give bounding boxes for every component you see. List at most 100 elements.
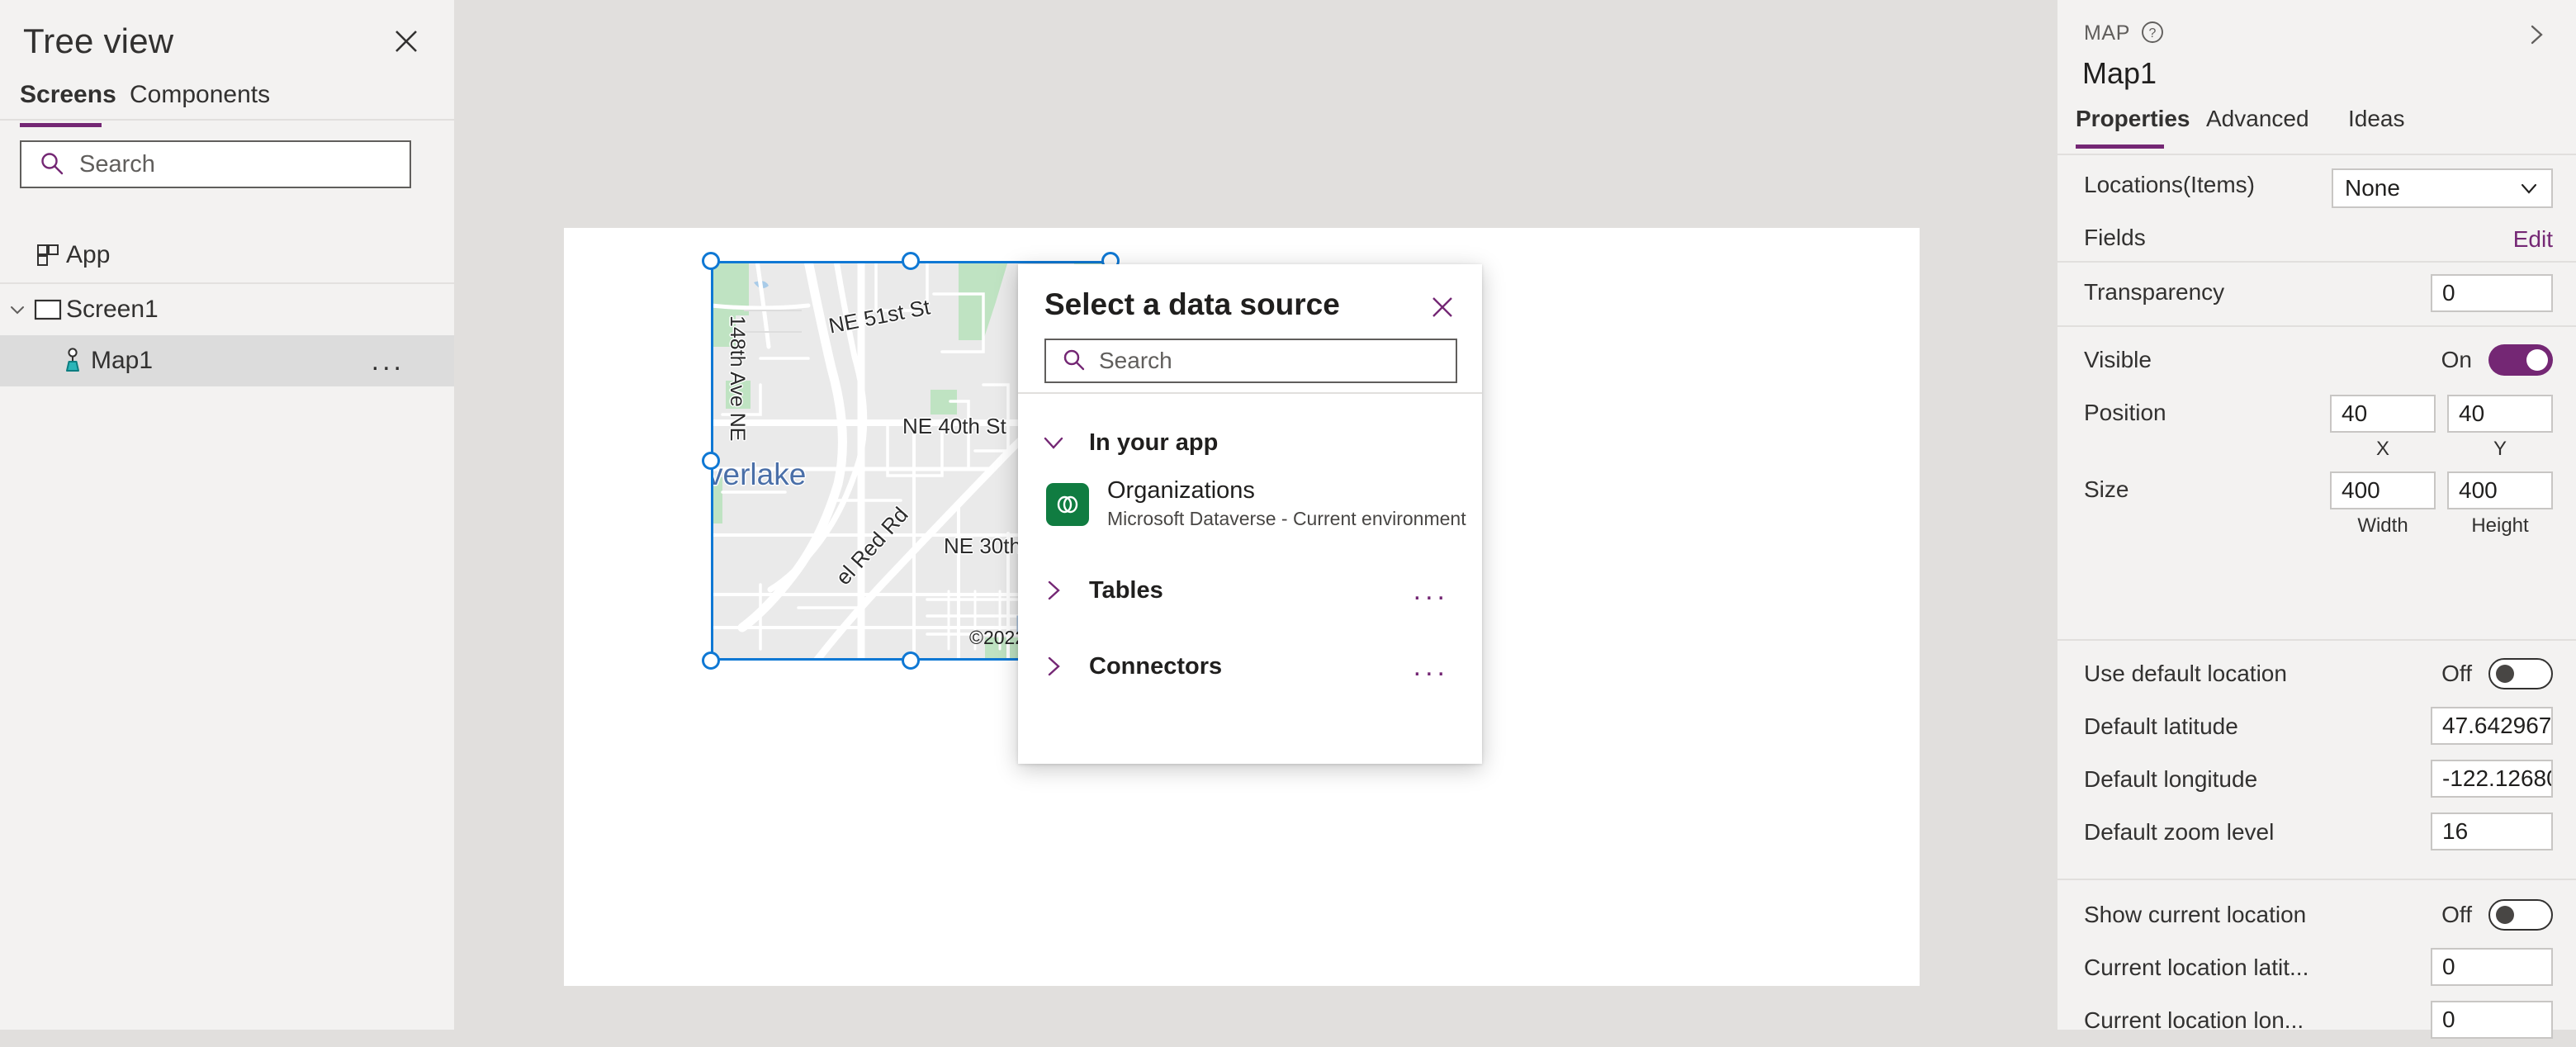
svg-text:?: ? <box>2149 26 2157 40</box>
properties-panel: MAP ? Map1 Properties Advanced Ideas Loc… <box>2056 0 2576 1039</box>
map-label: NE 30th <box>944 533 1021 558</box>
control-type-label: MAP <box>2084 21 2130 45</box>
sidebar-item-label: Screen1 <box>66 296 159 323</box>
group-label: In your app <box>1089 429 1219 456</box>
tree-view-header: Tree view <box>0 0 456 81</box>
sidebar-item-app[interactable]: App <box>0 230 456 281</box>
visible-toggle-state: On <box>2441 347 2472 372</box>
properties-section-transparency: Transparency 0 <box>2057 263 2576 327</box>
property-label: Fields <box>2084 225 2146 250</box>
use-default-location-toggle[interactable] <box>2488 658 2553 689</box>
property-row-locations-items: Locations(Items) None <box>2057 159 2576 211</box>
group-label: Connectors <box>1089 652 1223 680</box>
toggle-knob <box>2496 906 2514 924</box>
chevron-down-icon[interactable] <box>1018 429 1089 457</box>
screen-rect-icon <box>30 297 66 322</box>
map-label: verlake <box>711 457 807 491</box>
property-label: Show current location <box>2084 902 2307 927</box>
position-y-input[interactable]: 40 <box>2447 395 2553 433</box>
map-label: NE 40th St <box>902 414 1006 438</box>
property-row-use-default-location: Use default location Off <box>2057 647 2576 700</box>
tab-properties[interactable]: Properties <box>2076 106 2190 132</box>
default-zoom-level-input[interactable]: 16 <box>2431 812 2553 850</box>
properties-section-default-location: Use default location Off Default latitud… <box>2057 641 2576 880</box>
tree-view-panel: Tree view Screens Components Search App … <box>0 0 456 1030</box>
property-row-fields: Fields Edit <box>2057 211 2576 264</box>
dialog-group-in-your-app[interactable]: In your app <box>1018 417 1482 468</box>
divider <box>1018 392 1482 394</box>
properties-section-layout: Visible On Position 40 40 X Y Size 400 4… <box>2057 327 2576 641</box>
tab-screens[interactable]: Screens <box>20 81 116 117</box>
chevron-down-icon[interactable] <box>5 300 30 320</box>
resize-handle-w[interactable] <box>702 452 720 470</box>
property-row-default-zoom-level: Default zoom level 16 <box>2057 806 2576 859</box>
group-overflow-button[interactable]: ... <box>1413 652 1449 680</box>
map-label: 148th Ave NE <box>726 315 749 442</box>
help-circle-icon[interactable]: ? <box>2138 18 2166 50</box>
current-location-latitude-input[interactable]: 0 <box>2431 948 2553 986</box>
property-label: Size <box>2084 476 2129 502</box>
dialog-title: Select a data source <box>1044 287 1340 321</box>
select-data-source-dialog: Select a data source Search In your app … <box>1018 264 1482 764</box>
property-row-visible: Visible On <box>2057 334 2576 386</box>
resize-handle-n[interactable] <box>902 252 920 270</box>
fields-edit-link[interactable]: Edit <box>2513 226 2553 253</box>
dialog-search-placeholder: Search <box>1099 348 1172 373</box>
chevron-right-icon[interactable] <box>1018 576 1089 604</box>
chevron-right-icon[interactable] <box>2520 18 2553 55</box>
size-height-input[interactable]: 400 <box>2447 471 2553 509</box>
search-icon <box>38 150 66 178</box>
close-icon[interactable] <box>1426 291 1459 324</box>
group-overflow-button[interactable]: ... <box>1413 576 1449 604</box>
toggle-knob <box>2496 665 2514 683</box>
show-current-location-state: Off <box>2441 902 2472 927</box>
visible-toggle[interactable] <box>2488 344 2553 376</box>
property-label: Transparency <box>2084 279 2225 305</box>
row-overflow-button[interactable]: ... <box>372 347 405 375</box>
show-current-location-toggle[interactable] <box>2488 899 2553 931</box>
property-row-transparency: Transparency 0 <box>2057 266 2576 319</box>
position-y-caption: Y <box>2493 438 2507 460</box>
use-default-location-state: Off <box>2441 661 2472 686</box>
property-row-current-location-latitude: Current location latit... 0 <box>2057 941 2576 994</box>
data-source-subtitle: Microsoft Dataverse - Current environmen… <box>1107 508 1466 530</box>
properties-section-current-location: Show current location Off Current locati… <box>2057 880 2576 1039</box>
locations-items-dropdown[interactable]: None <box>2332 168 2553 208</box>
position-x-input[interactable]: 40 <box>2330 395 2436 433</box>
tab-active-underline <box>2076 144 2164 149</box>
search-input[interactable]: Search <box>20 140 411 188</box>
sidebar-item-screen1[interactable]: Screen1 <box>0 282 456 337</box>
resize-handle-nw[interactable] <box>702 252 720 270</box>
data-source-name: Organizations <box>1107 476 1255 504</box>
transparency-input[interactable]: 0 <box>2431 274 2553 312</box>
resize-handle-sw[interactable] <box>702 651 720 670</box>
data-source-item-organizations[interactable]: Organizations Microsoft Dataverse - Curr… <box>1018 475 1482 534</box>
sidebar-item-label: App <box>66 241 111 268</box>
tab-advanced[interactable]: Advanced <box>2206 106 2309 132</box>
map-pin-icon <box>54 346 91 376</box>
size-width-caption: Width <box>2357 514 2408 537</box>
dialog-group-tables[interactable]: Tables ... <box>1018 565 1482 616</box>
dataverse-icon <box>1046 483 1089 526</box>
group-label: Tables <box>1089 576 1163 604</box>
property-row-position: Position 40 40 <box>2057 386 2576 439</box>
tab-ideas[interactable]: Ideas <box>2348 106 2405 132</box>
chevron-right-icon[interactable] <box>1018 652 1089 680</box>
app-grid-icon <box>30 241 66 269</box>
tab-components[interactable]: Components <box>130 81 270 117</box>
search-placeholder: Search <box>79 150 155 178</box>
dialog-group-connectors[interactable]: Connectors ... <box>1018 641 1482 692</box>
properties-tabs: Properties Advanced Ideas <box>2057 106 2576 154</box>
current-location-longitude-input[interactable]: 0 <box>2431 1001 2553 1039</box>
property-label: Default latitude <box>2084 713 2238 739</box>
size-width-input[interactable]: 400 <box>2330 471 2436 509</box>
default-longitude-input[interactable]: -122.126801 <box>2431 760 2553 798</box>
dialog-search-input[interactable]: Search <box>1044 339 1457 383</box>
close-icon[interactable] <box>388 23 424 59</box>
divider <box>0 119 456 121</box>
resize-handle-s[interactable] <box>902 651 920 670</box>
toggle-knob <box>2526 349 2548 371</box>
sidebar-item-map1[interactable]: Map1 ... <box>0 335 456 386</box>
default-latitude-input[interactable]: 47.642967 <box>2431 707 2553 745</box>
property-row-default-longitude: Default longitude -122.126801 <box>2057 753 2576 806</box>
